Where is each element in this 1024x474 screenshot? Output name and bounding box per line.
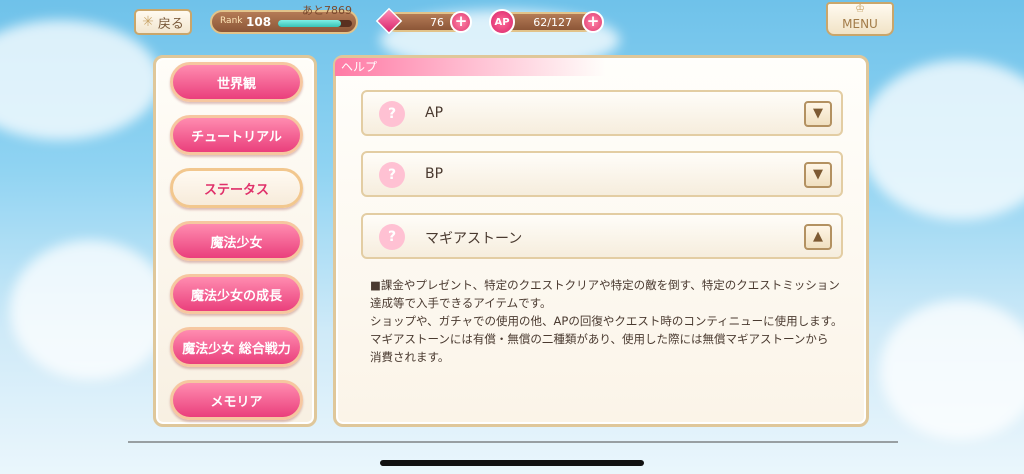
sidebar-item-label: チュートリアル [191,129,282,145]
expand-arrow-icon[interactable]: ▼ [804,162,832,188]
expand-arrow-icon[interactable]: ▼ [804,101,832,127]
add-ap-button[interactable]: + [582,11,604,33]
ap-value: 62/127 [533,16,572,29]
rank-progress-bar [278,20,352,27]
accordion-title: マギアストーン [425,231,523,247]
divider [128,441,898,443]
rank-label: Rank [220,16,243,26]
question-icon: ? [379,101,405,127]
collapse-arrow-icon[interactable]: ▲ [804,224,832,250]
accordion-magia-stone[interactable]: ? マギアストーン ▲ [361,213,843,259]
sidebar-item-label: 魔法少女の成長 [190,288,282,304]
accordion-bp[interactable]: ? BP ▼ [361,151,843,197]
description-line: 消費されます。 [370,350,450,364]
cloud-decoration [0,20,160,140]
sidebar-item-memoria[interactable]: メモリア [170,380,303,420]
cloud-decoration [880,300,1024,440]
sparkle-icon: ✳ [142,14,154,30]
sidebar-item-label: ステータス [203,182,269,198]
back-button-label: 戻る [157,16,184,32]
sidebar-item-label: 魔法少女 総合戦力 [182,341,291,357]
help-category-sidebar[interactable]: 世界観 チュートリアル ステータス 魔法少女 魔法少女の成長 魔法少女 総合戦力… [153,55,317,427]
description-line: 達成等で入手できるアイテムです。 [370,296,552,310]
crown-icon: ♔ [855,2,865,15]
description-line: マギアストーンには有償・無償の二種類があり、使用した際には無償マギアストーンから [370,332,829,346]
description-line: ショップや、ガチャでの使用の他、APの回復やクエスト時のコンティニューに使用しま… [370,314,843,328]
menu-button[interactable]: ♔ MENU [826,2,894,36]
accordion-ap[interactable]: ? AP ▼ [361,90,843,136]
ap-icon: AP [489,9,515,35]
rank-next-exp: あと7869 [302,4,352,17]
rank-progress-fill [278,20,341,27]
accordion-title: BP [425,166,444,182]
magia-stone-description: ■課金やプレゼント、特定のクエストクリアや特定の敵を倒す、特定のクエストミッショ… [370,276,843,366]
sidebar-item-growth[interactable]: 魔法少女の成長 [170,274,303,314]
add-stone-button[interactable]: + [450,11,472,33]
rank-value: 108 [246,15,272,29]
back-button[interactable]: ✳ 戻る [134,9,192,35]
cloud-decoration [860,60,1024,220]
sidebar-item-world[interactable]: 世界観 [170,62,303,102]
help-tab-header: ヘルプ [335,58,605,76]
menu-button-label: MENU [842,17,878,31]
sidebar-item-label: 魔法少女 [210,235,263,251]
home-indicator[interactable] [380,460,644,466]
question-icon: ? [379,162,405,188]
sidebar-item-label: 世界観 [216,76,256,92]
sidebar-item-total-power[interactable]: 魔法少女 総合戦力 [170,327,303,367]
cloud-decoration [10,240,170,380]
sidebar-item-tutorial[interactable]: チュートリアル [170,115,303,155]
sidebar-item-status[interactable]: ステータス [170,168,303,208]
question-icon: ? [379,224,405,250]
sidebar-item-label: メモリア [210,394,263,410]
accordion-title: AP [425,105,444,121]
stone-count: 76 [430,16,444,29]
description-line: ■課金やプレゼント、特定のクエストクリアや特定の敵を倒す、特定のクエストミッショ… [370,278,840,292]
sidebar-item-magical-girl[interactable]: 魔法少女 [170,221,303,261]
